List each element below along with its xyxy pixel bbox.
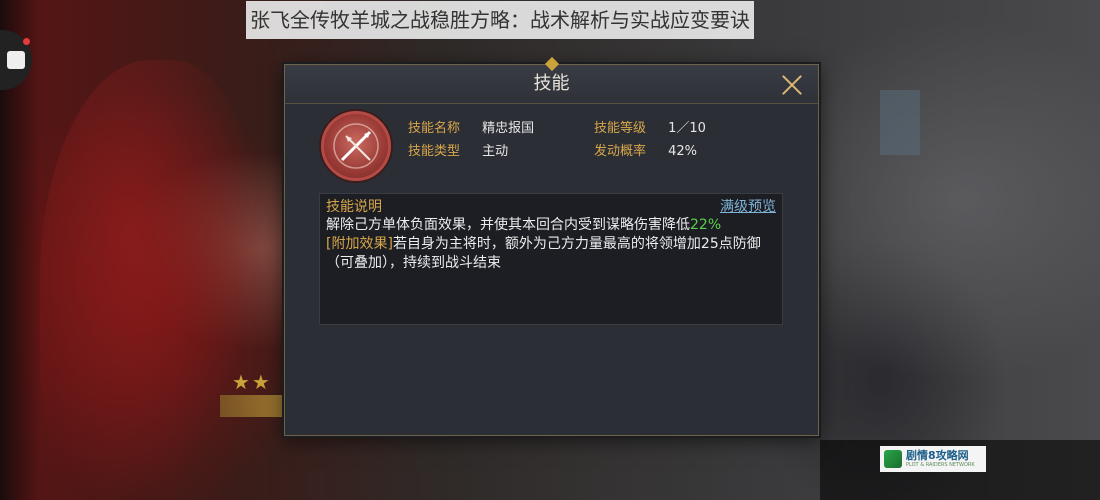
trigger-chance-label: 发动概率 [594, 144, 647, 159]
dialog-header: 技能 [285, 56, 818, 104]
skill-description-panel: 技能说明 满级预览 解除己方单体负面效果，并使其本回合内受到谋略伤害降低22% … [319, 193, 783, 325]
skill-name-value: 精忠报国 [482, 121, 535, 136]
skill-level-row: 技能等级 1／10 [594, 119, 706, 142]
max-level-preview-link[interactable]: 满级预览 [720, 196, 776, 216]
watermark-title: 剧情8攻略网 [906, 449, 969, 462]
dialog-title: 技能 [533, 73, 570, 94]
skill-level-value: 1／10 [668, 121, 706, 136]
watermark-subtitle: PLOT & RAIDERS NETWORK [906, 462, 975, 468]
background-panel [880, 90, 920, 155]
skill-info-right: 技能等级 1／10 发动概率 42% [594, 119, 706, 165]
background-stars: ★★ [232, 370, 272, 394]
damage-reduction-value: 22% [690, 217, 722, 233]
extra-effect-tag: [附加效果] [326, 236, 393, 252]
skill-type-value: 主动 [482, 144, 509, 159]
skill-name-label: 技能名称 [408, 121, 461, 136]
skill-level-label: 技能等级 [594, 121, 647, 136]
skill-name-row: 技能名称 精忠报国 [408, 119, 534, 142]
trigger-chance-value: 42% [668, 144, 698, 159]
background-red-cloak [40, 60, 260, 500]
skill-type-row: 技能类型 主动 [408, 142, 534, 165]
skill-type-label: 技能类型 [408, 144, 461, 159]
description-line1: 解除己方单体负面效果，并使其本回合内受到谋略伤害降低 [326, 217, 690, 233]
crossed-spear-emblem-icon [321, 111, 391, 181]
article-title-bar: 张飞全传牧羊城之战稳胜方略：战术解析与实战应变要诀 [0, 0, 754, 40]
trigger-chance-row: 发动概率 42% [594, 142, 706, 165]
site-watermark-logo: 剧情8攻略网 PLOT & RAIDERS NETWORK [880, 446, 986, 472]
description-title: 技能说明 [326, 199, 382, 215]
skill-dialog: 技能 技能名称 精忠报国 技能类型 主动 技能等级 1／10 发动概率 42% [284, 56, 819, 436]
skill-info-left: 技能名称 精忠报国 技能类型 主动 [408, 119, 534, 165]
puzzle-icon [7, 51, 25, 69]
background-banner [220, 395, 290, 417]
logo-icon [884, 450, 902, 468]
description-body: 解除己方单体负面效果，并使其本回合内受到谋略伤害降低22% [附加效果]若自身为… [326, 216, 778, 273]
article-title: 张飞全传牧羊城之战稳胜方略：战术解析与实战应变要诀 [246, 1, 754, 39]
close-icon[interactable] [780, 73, 804, 97]
